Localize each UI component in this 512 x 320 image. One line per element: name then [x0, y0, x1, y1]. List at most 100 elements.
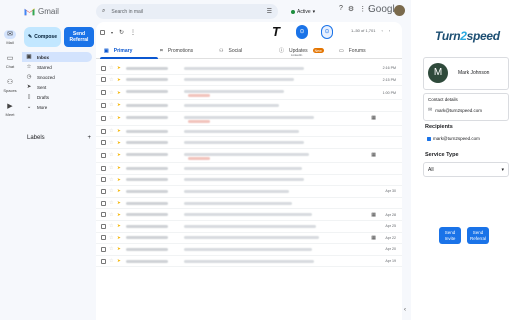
important-marker-icon[interactable]: ➤ — [117, 258, 121, 264]
star-icon[interactable]: ☆ — [109, 177, 113, 183]
star-icon[interactable]: ☆ — [109, 65, 113, 71]
star-icon[interactable]: ☆ — [109, 165, 113, 171]
email-row[interactable]: ☆ ➤ — [96, 100, 402, 112]
rail-spaces[interactable]: ⚇ Spaces — [0, 78, 20, 93]
gmail-logo[interactable]: Gmail — [24, 5, 59, 17]
select-all-checkbox[interactable] — [100, 29, 105, 35]
row-checkbox[interactable] — [101, 140, 106, 146]
compose-button[interactable]: ✎ Compose — [24, 27, 61, 47]
important-marker-icon[interactable]: ➤ — [117, 65, 121, 71]
email-row[interactable]: ☆ ➤ Apr 25 — [96, 221, 402, 233]
important-marker-icon[interactable]: ➤ — [117, 152, 121, 158]
email-row[interactable]: ☆ ➤ 1:00 PM — [96, 86, 402, 101]
important-marker-icon[interactable]: ➤ — [117, 140, 121, 146]
extension-t-icon[interactable]: T — [272, 24, 283, 39]
row-checkbox[interactable] — [101, 102, 106, 108]
next-page-button[interactable]: › — [389, 28, 390, 33]
row-checkbox[interactable] — [101, 165, 106, 171]
star-icon[interactable]: ☆ — [109, 140, 113, 146]
star-icon[interactable]: ☆ — [109, 115, 113, 121]
prev-page-button[interactable]: ‹ — [381, 28, 382, 33]
star-icon[interactable]: ☆ — [109, 200, 113, 206]
important-marker-icon[interactable]: ➤ — [117, 90, 121, 96]
star-icon[interactable]: ☆ — [109, 188, 113, 194]
row-checkbox[interactable] — [101, 223, 106, 229]
star-icon[interactable]: ☆ — [109, 258, 113, 264]
row-checkbox[interactable] — [101, 128, 106, 134]
important-marker-icon[interactable]: ➤ — [117, 200, 121, 206]
important-marker-icon[interactable]: ➤ — [117, 102, 121, 108]
email-row[interactable]: ☆ ➤ ▦ — [96, 149, 402, 163]
tab-primary[interactable]: ▣ Primary — [100, 42, 158, 59]
row-checkbox[interactable] — [101, 200, 106, 206]
sidebar-item-drafts[interactable]: ▯ Drafts — [22, 92, 92, 102]
star-icon[interactable]: ☆ — [109, 128, 113, 134]
tab-forums[interactable]: ▭ Forums — [339, 42, 366, 59]
row-checkbox[interactable] — [101, 246, 106, 252]
rail-meet[interactable]: ▶ Meet — [0, 102, 20, 117]
row-checkbox[interactable] — [101, 177, 106, 183]
account-avatar[interactable] — [394, 5, 405, 16]
sidebar-item-sent[interactable]: ➤ Sent — [22, 82, 92, 92]
more-vert-icon[interactable]: ⋮ — [130, 29, 136, 36]
search-bar[interactable]: ⌕ Search in mail ☰ — [96, 4, 278, 19]
important-marker-icon[interactable]: ➤ — [117, 246, 121, 252]
tab-social[interactable]: ⚇ Social — [219, 42, 242, 59]
settings-gear-icon[interactable]: ⚙ — [348, 5, 354, 13]
help-icon[interactable]: ? — [339, 5, 343, 13]
email-row[interactable]: ☆ ➤ ▦ — [96, 112, 402, 126]
send-invite-button[interactable]: Send Invite — [439, 227, 461, 244]
star-icon[interactable]: ☆ — [109, 223, 113, 229]
recipient-checkbox[interactable] — [427, 136, 431, 141]
email-row[interactable]: ☆ ➤ Apr 19 — [96, 256, 402, 268]
important-marker-icon[interactable]: ➤ — [117, 188, 121, 194]
tab-promotions[interactable]: ⌗ Promotions — [160, 42, 193, 59]
chevron-down-icon[interactable]: ▾ — [111, 30, 113, 35]
email-row[interactable]: ☆ ➤ Apr 30 — [96, 186, 402, 198]
star-icon[interactable]: ☆ — [109, 246, 113, 252]
star-icon[interactable]: ☆ — [109, 152, 113, 158]
email-row[interactable]: ☆ ➤ — [96, 175, 402, 187]
star-icon[interactable]: ☆ — [109, 235, 113, 241]
service-type-select[interactable]: All ▾ — [423, 162, 509, 177]
star-icon[interactable]: ☆ — [109, 77, 113, 83]
email-row[interactable]: ☆ ➤ — [96, 198, 402, 210]
email-row[interactable]: ☆ ➤ 2:16 PM — [96, 63, 402, 75]
email-row[interactable]: ☆ ➤ 2:15 PM — [96, 75, 402, 87]
sidebar-item-more[interactable]: ⌄ More — [22, 102, 92, 112]
rail-chat[interactable]: ▭ Chat — [0, 54, 20, 69]
email-row[interactable]: ☆ ➤ ▦ Apr 28 — [96, 209, 402, 221]
extension-c-icon[interactable]: ⊙ — [296, 24, 308, 39]
search-input[interactable]: Search in mail — [111, 9, 260, 15]
status-selector[interactable]: Active ▾ — [291, 6, 333, 17]
important-marker-icon[interactable]: ➤ — [117, 177, 121, 183]
extension-c-outline-icon[interactable]: ⊙ — [321, 24, 333, 39]
row-checkbox[interactable] — [101, 212, 106, 218]
rail-mail[interactable]: ✉ Mail — [0, 30, 20, 45]
star-icon[interactable]: ☆ — [109, 90, 113, 96]
sidebar-item-snoozed[interactable]: ◷ Snoozed — [22, 72, 92, 82]
row-checkbox[interactable] — [101, 115, 106, 121]
row-checkbox[interactable] — [101, 235, 106, 241]
email-row[interactable]: ☆ ➤ Apr 20 — [96, 244, 402, 256]
email-row[interactable]: ☆ ➤ — [96, 137, 402, 149]
chevron-left-icon[interactable]: ‹ — [404, 307, 406, 313]
important-marker-icon[interactable]: ➤ — [117, 235, 121, 241]
row-checkbox[interactable] — [101, 65, 106, 71]
star-icon[interactable]: ☆ — [109, 102, 113, 108]
refresh-icon[interactable]: ↻ — [119, 29, 124, 36]
star-icon[interactable]: ☆ — [109, 212, 113, 218]
sidebar-item-inbox[interactable]: ▣ Inbox — [22, 52, 92, 62]
important-marker-icon[interactable]: ➤ — [117, 77, 121, 83]
important-marker-icon[interactable]: ➤ — [117, 115, 121, 121]
row-checkbox[interactable] — [101, 188, 106, 194]
row-checkbox[interactable] — [101, 152, 106, 158]
important-marker-icon[interactable]: ➤ — [117, 223, 121, 229]
sidebar-item-starred[interactable]: ☆ Starred — [22, 62, 92, 72]
row-checkbox[interactable] — [101, 90, 106, 96]
add-label-button[interactable]: + — [87, 135, 91, 141]
recipient-item[interactable]: mark@turn2speed.com — [427, 136, 480, 141]
important-marker-icon[interactable]: ➤ — [117, 128, 121, 134]
send-referral-button[interactable]: Send Referral — [64, 27, 94, 47]
email-row[interactable]: ☆ ➤ — [96, 163, 402, 175]
